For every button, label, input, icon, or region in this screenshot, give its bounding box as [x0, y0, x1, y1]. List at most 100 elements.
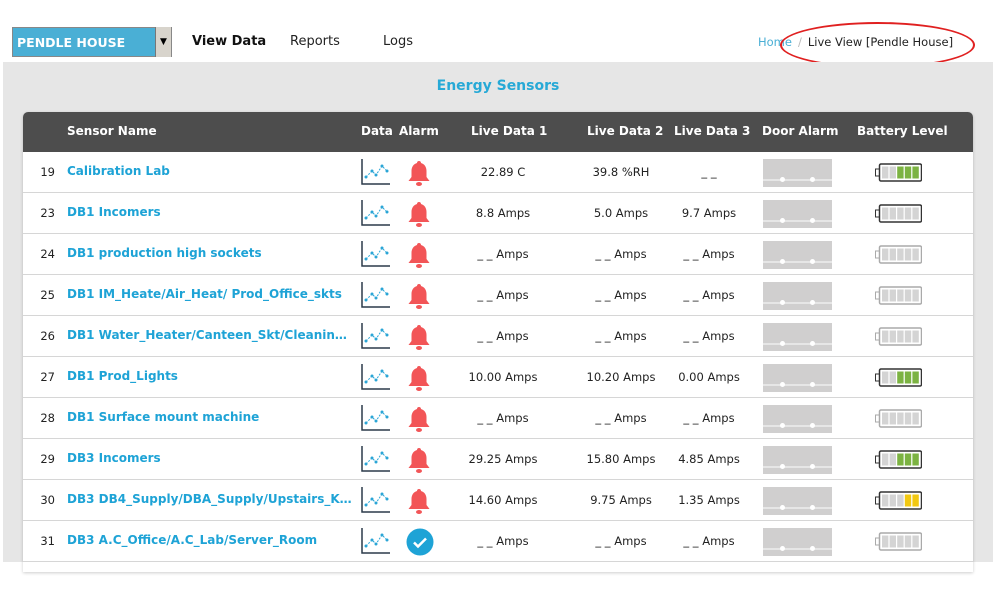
line-chart-icon[interactable]: [361, 159, 391, 185]
table-body: 19 Calibration Lab 22.89 C 39.8 %RH _ _ …: [23, 152, 973, 562]
sensor-table: Sensor Name Data Alarm Live Data 1 Live …: [23, 112, 973, 572]
sensor-name-link[interactable]: DB1 Surface mount machine: [67, 410, 353, 424]
site-select[interactable]: PENDLE HOUSE ▼: [12, 27, 172, 57]
live-data-3: _ _ Amps: [683, 288, 735, 302]
battery-icon: [875, 532, 923, 551]
table-row: 28 DB1 Surface mount machine _ _ Amps _ …: [23, 398, 973, 439]
live-data-3: _ _ Amps: [683, 329, 735, 343]
col-sensor-name: Sensor Name: [67, 124, 157, 138]
sensor-name-link[interactable]: DB1 Prod_Lights: [67, 369, 353, 383]
live-data-1: 10.00 Amps: [468, 370, 538, 384]
live-data-3: _ _ Amps: [683, 247, 735, 261]
sensor-name-link[interactable]: Calibration Lab: [67, 164, 353, 178]
live-data-3: _ _ Amps: [683, 534, 735, 548]
live-data-1: 8.8 Amps: [475, 206, 531, 220]
live-data-3: 4.85 Amps: [678, 452, 740, 466]
battery-icon: [875, 450, 923, 469]
bell-icon[interactable]: [406, 405, 432, 433]
bell-icon[interactable]: [406, 446, 432, 474]
live-data-1: _ _ Amps: [477, 288, 529, 302]
col-battery-level: Battery Level: [857, 124, 948, 138]
line-chart-icon[interactable]: [361, 282, 391, 308]
sensor-id: 30: [40, 493, 55, 507]
door-alarm-indicator: [763, 487, 832, 515]
line-chart-icon[interactable]: [361, 323, 391, 349]
door-alarm-indicator: [763, 200, 832, 228]
live-data-1: _ _ Amps: [477, 534, 529, 548]
battery-icon: [875, 163, 923, 182]
live-data-3: 0.00 Amps: [678, 370, 740, 384]
live-data-1: _ _ Amps: [477, 247, 529, 261]
sensor-id: 26: [40, 329, 55, 343]
sensor-id: 25: [40, 288, 55, 302]
nav-view-data[interactable]: View Data: [192, 34, 266, 49]
live-data-3: 9.7 Amps: [681, 206, 737, 220]
sensor-name-link[interactable]: DB1 Incomers: [67, 205, 353, 219]
top-bar: PENDLE HOUSE ▼ View Data Reports Logs Ho…: [0, 0, 994, 68]
table-row: 19 Calibration Lab 22.89 C 39.8 %RH _ _: [23, 152, 973, 193]
bell-icon[interactable]: [406, 200, 432, 228]
live-data-3: 1.35 Amps: [678, 493, 740, 507]
page-title: Energy Sensors: [436, 78, 560, 94]
battery-icon: [875, 409, 923, 428]
line-chart-icon[interactable]: [361, 446, 391, 472]
sensor-name-link[interactable]: DB3 DB4_Supply/DBA_Supply/Upstairs_Kitc.…: [67, 492, 353, 506]
bell-icon[interactable]: [406, 487, 432, 515]
battery-icon: [875, 368, 923, 387]
col-alarm: Alarm: [399, 124, 439, 138]
bell-icon[interactable]: [406, 323, 432, 351]
table-row: 23 DB1 Incomers 8.8 Amps 5.0 Amps 9.7 Am…: [23, 193, 973, 234]
table-row: 27 DB1 Prod_Lights 10.00 Amps 10.20 Amps…: [23, 357, 973, 398]
door-alarm-indicator: [763, 446, 832, 474]
sensor-name-link[interactable]: DB1 Water_Heater/Canteen_Skt/Cleaning_B.…: [67, 328, 353, 342]
bell-icon[interactable]: [406, 282, 432, 310]
table-header: Sensor Name Data Alarm Live Data 1 Live …: [23, 112, 973, 152]
battery-icon: [875, 204, 923, 223]
sensor-id: 28: [40, 411, 55, 425]
live-data-1: 22.89 C: [480, 165, 526, 179]
battery-icon: [875, 491, 923, 510]
door-alarm-indicator: [763, 364, 832, 392]
live-data-3: _ _: [701, 165, 717, 179]
col-data: Data: [361, 124, 393, 138]
line-chart-icon[interactable]: [361, 364, 391, 390]
sensor-id: 23: [40, 206, 55, 220]
nav-reports[interactable]: Reports: [290, 34, 340, 49]
chevron-down-icon[interactable]: ▼: [155, 27, 171, 57]
table-row: 31 DB3 A.C_Office/A.C_Lab/Server_Room _ …: [23, 521, 973, 562]
battery-icon: [875, 245, 923, 264]
col-live-data-2: Live Data 2: [587, 124, 664, 138]
battery-icon: [875, 327, 923, 346]
line-chart-icon[interactable]: [361, 405, 391, 431]
line-chart-icon[interactable]: [361, 487, 391, 513]
bell-icon[interactable]: [406, 159, 432, 187]
nav-logs[interactable]: Logs: [383, 34, 413, 49]
table-row: 24 DB1 production high sockets _ _ Amps …: [23, 234, 973, 275]
live-data-1: _ _ Amps: [477, 329, 529, 343]
sensor-id: 24: [40, 247, 55, 261]
sensor-name-link[interactable]: DB1 IM_Heate/Air_Heat/ Prod_Office_skts: [67, 287, 353, 301]
live-data-1: 29.25 Amps: [468, 452, 538, 466]
sensor-id: 29: [40, 452, 55, 466]
col-live-data-1: Live Data 1: [471, 124, 548, 138]
sensor-id: 31: [40, 534, 55, 548]
sensor-id: 27: [40, 370, 55, 384]
door-alarm-indicator: [763, 405, 832, 433]
door-alarm-indicator: [763, 241, 832, 269]
line-chart-icon[interactable]: [361, 528, 391, 554]
battery-icon: [875, 286, 923, 305]
door-alarm-indicator: [763, 282, 832, 310]
door-alarm-indicator: [763, 159, 832, 187]
line-chart-icon[interactable]: [361, 200, 391, 226]
bell-icon[interactable]: [406, 364, 432, 392]
sensor-name-link[interactable]: DB1 production high sockets: [67, 246, 353, 260]
check-circle-icon[interactable]: [406, 528, 434, 556]
door-alarm-indicator: [763, 528, 832, 556]
bell-icon[interactable]: [406, 241, 432, 269]
sensor-name-link[interactable]: DB3 Incomers: [67, 451, 353, 465]
table-row: 30 DB3 DB4_Supply/DBA_Supply/Upstairs_Ki…: [23, 480, 973, 521]
sensor-name-link[interactable]: DB3 A.C_Office/A.C_Lab/Server_Room: [67, 533, 353, 547]
live-data-1: 14.60 Amps: [468, 493, 538, 507]
line-chart-icon[interactable]: [361, 241, 391, 267]
table-row: 29 DB3 Incomers 29.25 Amps 15.80 Amps 4.…: [23, 439, 973, 480]
